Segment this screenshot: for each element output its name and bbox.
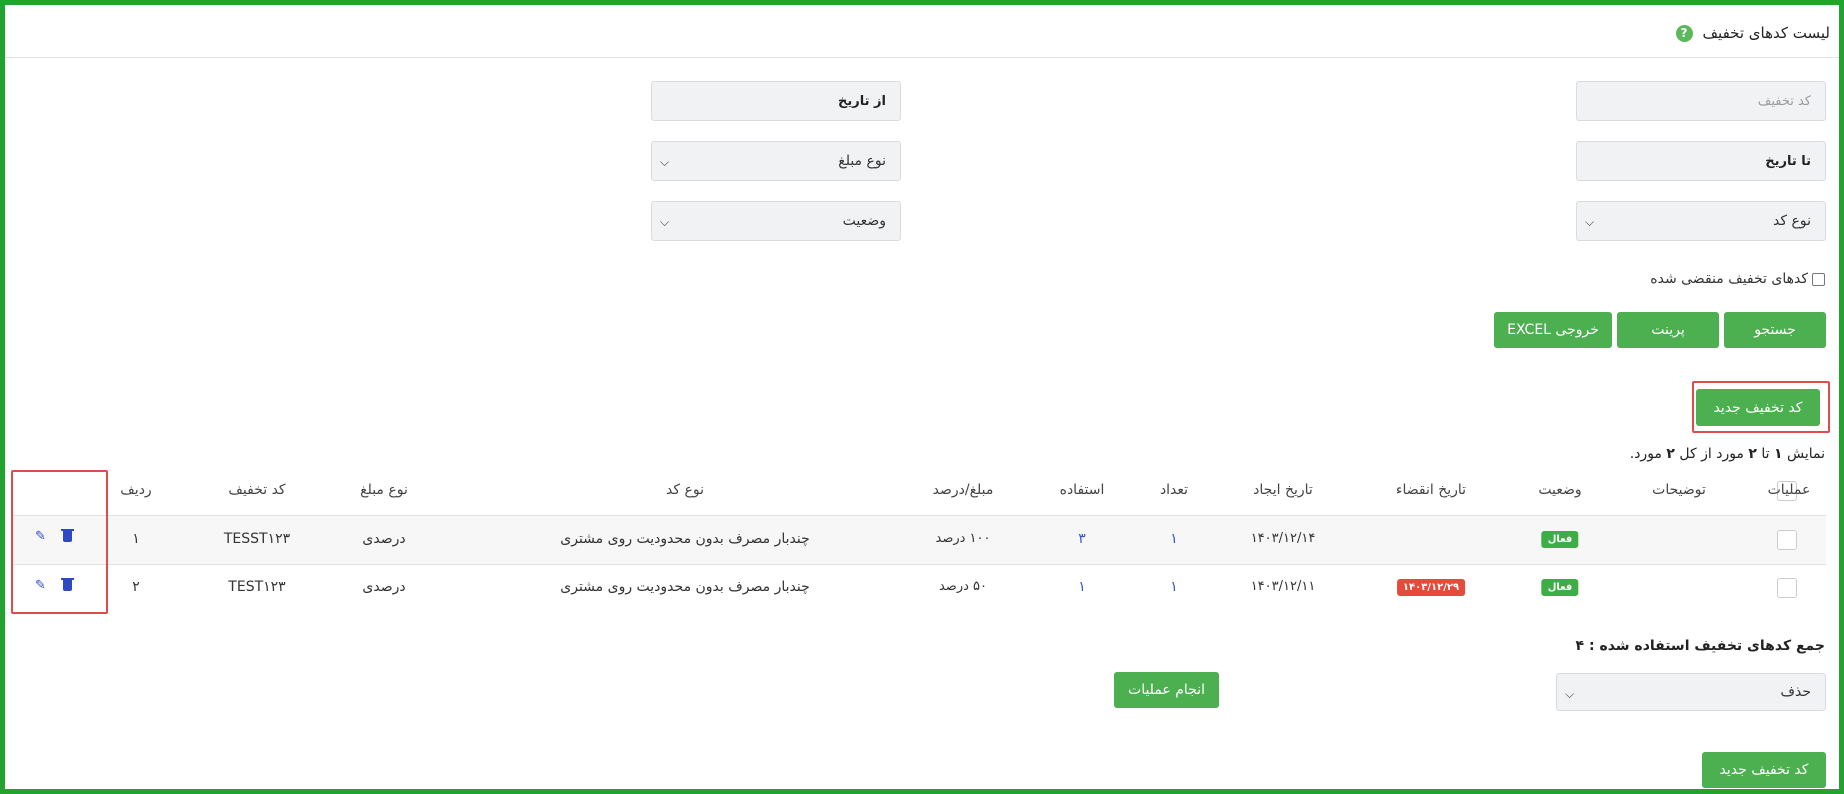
expire-badge: ۱۴۰۳/۱۲/۲۹ — [1396, 579, 1466, 596]
chevron-down-icon: ⌵ — [660, 215, 670, 229]
results-summary: نمایش ۱ تا ۲ مورد از کل ۲ مورد. — [1630, 446, 1825, 462]
expired-filter[interactable]: کدهای تخفیف منقضی شده — [1650, 271, 1825, 287]
chevron-down-icon: ⌵ — [1585, 215, 1595, 229]
status-select[interactable]: وضعیت ⌵ — [651, 201, 901, 241]
status-label: وضعیت — [842, 213, 886, 229]
code-input[interactable]: کد تخفیف — [1576, 81, 1826, 121]
print-button[interactable]: پرینت — [1617, 312, 1719, 348]
header-code: کد تخفیف — [228, 482, 286, 498]
chevron-down-icon: ⌵ — [660, 155, 670, 169]
bulk-action-select[interactable]: حذف ⌵ — [1556, 673, 1826, 711]
header-status: وضعیت — [1538, 482, 1582, 498]
header-amount: مبلغ/درصد — [932, 482, 994, 498]
bulk-action-label: حذف — [1780, 684, 1811, 700]
summary-middle: مورد از کل — [1674, 446, 1749, 462]
cell-count-link[interactable]: ۱ — [1170, 531, 1178, 547]
amount-type-select[interactable]: نوع مبلغ ⌵ — [651, 141, 901, 181]
cell-amount: ۵۰ درصد — [938, 579, 988, 594]
from-date-label: از تاریخ — [838, 93, 886, 109]
summary-suffix: مورد. — [1629, 446, 1667, 462]
cell-row: ۲ — [132, 579, 140, 595]
header-amount-type: نوع مبلغ — [360, 482, 408, 498]
cell-usage-link[interactable]: ۳ — [1078, 531, 1086, 547]
cell-amount-type: درصدی — [362, 531, 406, 547]
row-divider — [12, 564, 1826, 565]
new-code-button-top[interactable]: کد تخفیف جدید — [1696, 389, 1820, 426]
amount-type-label: نوع مبلغ — [838, 153, 886, 169]
summary-to-word: تا — [1756, 446, 1774, 462]
new-code-button-bottom[interactable]: کد تخفیف جدید — [1702, 752, 1826, 788]
cell-amount: ۱۰۰ درصد — [935, 531, 991, 546]
total-used-text: جمع کدهای تخفیف استفاده شده : ۴ — [1575, 638, 1825, 654]
row-checkbox[interactable] — [1777, 578, 1797, 598]
row-checkbox[interactable] — [1777, 530, 1797, 550]
summary-total: ۲ — [1666, 446, 1675, 462]
header-expire: تاریخ انقضاء — [1395, 482, 1467, 498]
to-date-label: تا تاریخ — [1765, 153, 1811, 169]
code-input-placeholder: کد تخفیف — [1757, 93, 1811, 109]
header-description: توضیحات — [1652, 482, 1706, 498]
header-row: ردیف — [120, 482, 152, 498]
cell-code: TEST۱۲۳ — [228, 579, 286, 595]
excel-export-button[interactable]: خروجی EXCEL — [1494, 312, 1612, 348]
header-divider — [5, 57, 1839, 58]
chevron-down-icon: ⌵ — [1565, 687, 1575, 701]
cell-code-type: چندبار مصرف بدون محدودیت روی مشتری — [560, 579, 810, 595]
status-badge: فعال — [1541, 579, 1579, 596]
header-code-type: نوع کد — [666, 482, 704, 498]
cell-usage-link[interactable]: ۱ — [1078, 579, 1086, 595]
summary-to: ۲ — [1748, 446, 1757, 462]
header-operations: عملیات — [1767, 482, 1811, 498]
perform-action-button[interactable]: انجام عملیات — [1114, 672, 1219, 708]
cell-created: ۱۴۰۳/۱۲/۱۱ — [1250, 579, 1316, 594]
header-count: تعداد — [1159, 482, 1189, 498]
summary-prefix: نمایش — [1782, 446, 1825, 462]
cell-amount-type: درصدی — [362, 579, 406, 595]
header-created: تاریخ ایجاد — [1253, 482, 1313, 498]
cell-row: ۱ — [132, 531, 140, 547]
operations-highlight — [11, 470, 108, 614]
page-header: لیست کدهای تخفیف ? — [1675, 24, 1830, 42]
from-date-input[interactable]: از تاریخ — [651, 81, 901, 121]
to-date-input[interactable]: تا تاریخ — [1576, 141, 1826, 181]
header-usage: استفاده — [1059, 482, 1105, 498]
help-icon[interactable]: ? — [1675, 24, 1693, 42]
search-button[interactable]: جستجو — [1724, 312, 1826, 348]
cell-code: TESST۱۲۳ — [223, 531, 291, 547]
summary-from: ۱ — [1774, 446, 1783, 462]
cell-code-type: چندبار مصرف بدون محدودیت روی مشتری — [560, 531, 810, 547]
expired-checkbox[interactable] — [1812, 272, 1825, 286]
cell-count-link[interactable]: ۱ — [1170, 579, 1178, 595]
cell-created: ۱۴۰۳/۱۲/۱۴ — [1250, 531, 1316, 546]
status-badge: فعال — [1541, 531, 1579, 548]
page-title: لیست کدهای تخفیف — [1702, 24, 1830, 42]
code-type-label: نوع کد — [1773, 213, 1811, 229]
expired-label: کدهای تخفیف منقضی شده — [1650, 271, 1808, 287]
code-type-select[interactable]: نوع کد ⌵ — [1576, 201, 1826, 241]
